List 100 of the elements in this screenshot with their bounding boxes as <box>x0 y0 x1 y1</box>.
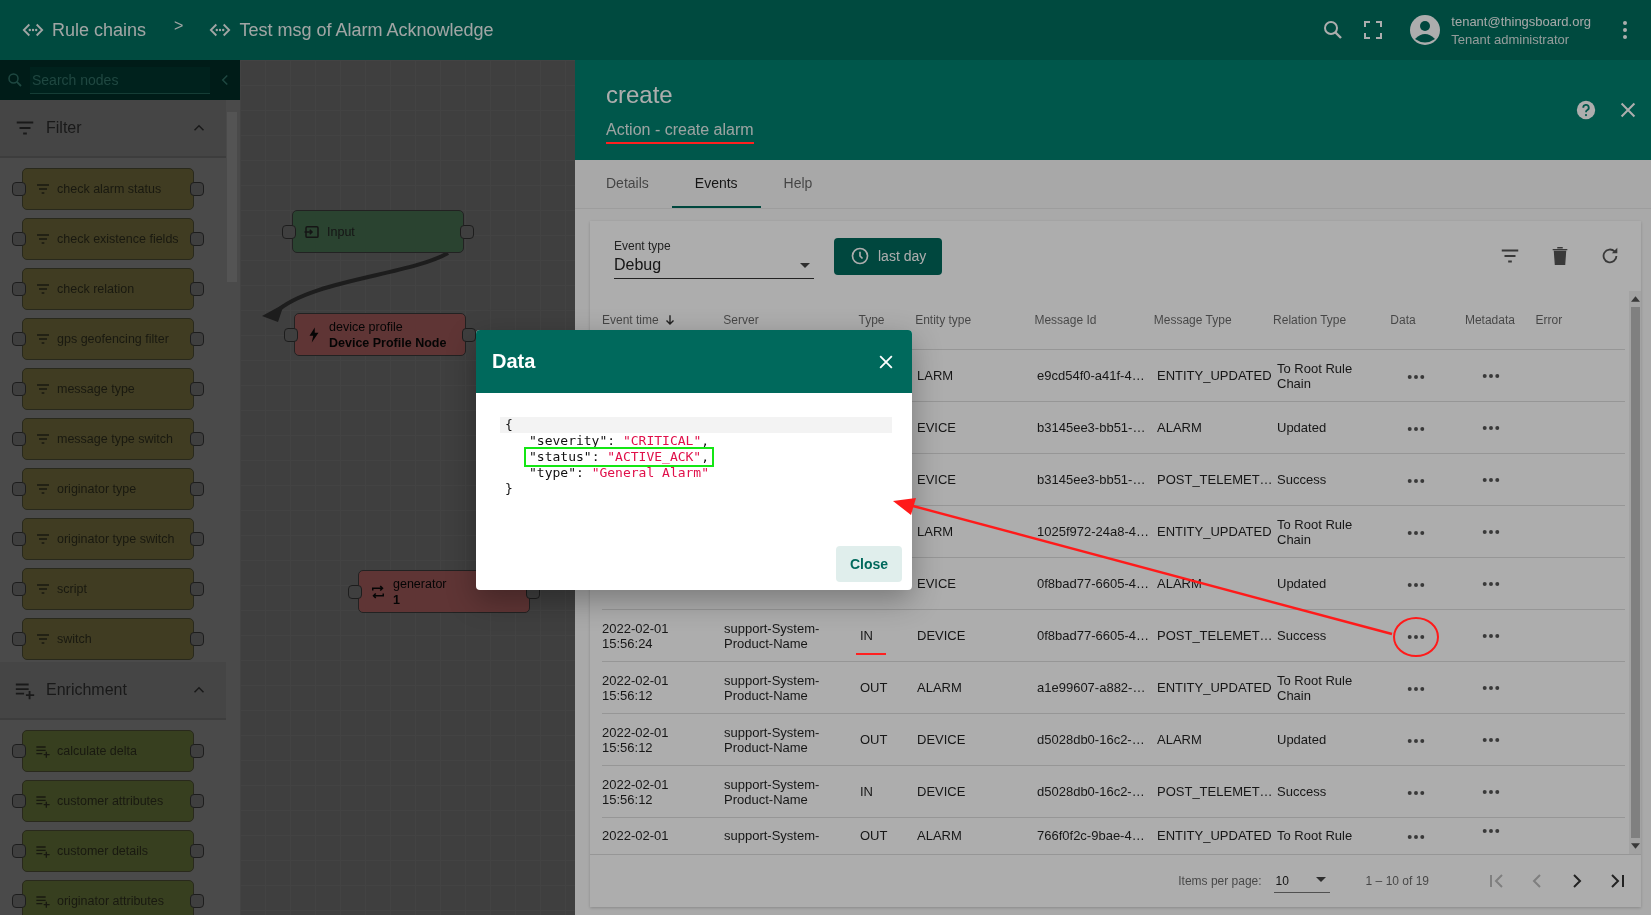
filter-icon <box>35 381 51 397</box>
column-header[interactable]: Error <box>1535 313 1625 327</box>
scroll-down-icon[interactable] <box>1630 843 1640 849</box>
table-cell: a1e99607-a882-… <box>1037 680 1146 695</box>
column-header[interactable]: Data <box>1390 313 1465 327</box>
more-icon[interactable] <box>1482 684 1500 691</box>
column-header[interactable]: Relation Type <box>1273 313 1391 327</box>
table-cell: To Root Rule Chain <box>1277 360 1353 391</box>
list-add-icon <box>35 743 51 759</box>
dropdown-icon <box>1315 876 1326 882</box>
node-name: generator <box>393 575 447 592</box>
breadcrumb-separator: > <box>174 17 184 35</box>
more-icon[interactable] <box>1482 580 1500 587</box>
breadcrumb-link[interactable]: Rule chains <box>22 19 147 41</box>
breadcrumb-link[interactable]: Test msg of Alarm Acknowledge <box>209 19 494 41</box>
code-line: "severity": "CRITICAL", <box>528 432 711 450</box>
more-icon[interactable] <box>1407 634 1425 640</box>
tab[interactable]: Events <box>671 160 761 208</box>
table-cell: OUT <box>860 680 888 695</box>
table-cell: Success <box>1277 472 1327 487</box>
more-icon[interactable] <box>1482 632 1500 639</box>
more-icon[interactable] <box>1407 582 1425 588</box>
table-cell: EVICE <box>917 420 956 435</box>
table-cell: ALARM <box>1157 420 1202 435</box>
column-header[interactable]: Type <box>858 313 916 327</box>
table-cell: POST_TELEMET… <box>1157 472 1273 487</box>
table-cell: ENTITY_UPDATED <box>1157 524 1272 539</box>
node-subtitle: 1 <box>393 591 401 608</box>
more-icon[interactable] <box>1482 736 1500 743</box>
table-cell: d5028db0-16c2-… <box>1037 732 1145 747</box>
dialog-title: Data <box>492 350 537 373</box>
table-cell: IN <box>860 784 873 799</box>
table-cell: POST_TELEMET… <box>1157 628 1273 643</box>
help-icon[interactable] <box>1575 99 1597 121</box>
more-icon[interactable] <box>1407 478 1425 484</box>
scroll-up-icon[interactable] <box>1630 296 1640 302</box>
column-header[interactable]: Metadata <box>1464 313 1536 327</box>
node-name: device profile <box>329 318 404 335</box>
account-icon[interactable] <box>1409 14 1442 46</box>
table-cell: Success <box>1277 628 1327 643</box>
table-cell: Updated <box>1277 732 1327 747</box>
table-cell: OUT <box>860 828 888 843</box>
more-icon[interactable] <box>1407 834 1425 840</box>
table-cell: e9cd54f0-a41f-4… <box>1037 368 1145 383</box>
more-icon[interactable] <box>1407 790 1425 796</box>
more-icon[interactable] <box>1482 372 1500 379</box>
list-add-icon <box>35 893 51 909</box>
more-icon[interactable] <box>1407 374 1425 380</box>
user-role: Tenant administrator <box>1451 31 1571 47</box>
table-cell: b3145ee3-bb51-… <box>1037 420 1146 435</box>
table-cell-text: 2022-02-01 15:56:12 <box>602 724 670 755</box>
list-add-icon <box>35 793 51 809</box>
table-cell-text: support-System-Product-Name <box>724 776 821 807</box>
filter-icon <box>35 431 51 447</box>
table-cell: ENTITY_UPDATED <box>1157 828 1272 843</box>
more-icon[interactable] <box>1407 530 1425 536</box>
table-cell: DEVICE <box>917 732 966 747</box>
column-header[interactable]: Entity type <box>915 313 1035 327</box>
table-cell: ALARM <box>1157 732 1202 747</box>
column-header[interactable]: Event time <box>602 313 724 327</box>
table-cell: To Root Rule Chain <box>1277 672 1353 703</box>
search-icon <box>6 71 24 89</box>
table-cell-text: support-System-Product-Name <box>724 620 821 651</box>
more-icon[interactable] <box>1482 528 1500 535</box>
dropdown-icon <box>800 263 810 268</box>
scrollbar[interactable] <box>1629 291 1641 854</box>
filter-icon <box>35 281 51 297</box>
table-cell: OUT <box>860 732 888 747</box>
event-type-select[interactable]: Event type Debug <box>614 239 814 279</box>
node-subtitle: Device Profile Node <box>329 334 447 351</box>
table-cell: EVICE <box>917 576 956 591</box>
table-cell: ALARM <box>917 680 962 695</box>
table-cell: POST_TELEMET… <box>1157 784 1273 799</box>
column-header[interactable]: Message Id <box>1034 313 1154 327</box>
filter-icon <box>35 181 51 197</box>
table-cell: ENTITY_UPDATED <box>1157 680 1272 695</box>
page-size-select[interactable]: 10 <box>1273 869 1330 893</box>
table-cell-text: 2022-02-01 15:56:12 <box>602 776 670 807</box>
column-header[interactable]: Message Type <box>1153 313 1274 327</box>
filter-icon <box>35 581 51 597</box>
table-cell: EVICE <box>917 472 956 487</box>
more-icon[interactable] <box>1407 686 1425 692</box>
table-cell: b3145ee3-bb51-… <box>1037 472 1146 487</box>
table-cell: 0f8bad77-6605-4… <box>1037 628 1150 643</box>
filter-icon <box>35 231 51 247</box>
tab[interactable]: Details <box>583 160 672 208</box>
table-cell-text: 2022-02-01 15:56:12 <box>602 672 670 703</box>
more-icon[interactable] <box>1482 424 1500 431</box>
column-header[interactable]: Server <box>723 313 859 327</box>
table-cell-text: support-System-Product-Name <box>724 672 821 703</box>
more-icon[interactable] <box>1407 426 1425 432</box>
time-range-button[interactable]: last day <box>834 237 943 275</box>
tab[interactable]: Help <box>760 160 836 208</box>
table-cell: IN <box>860 628 873 643</box>
more-icon[interactable] <box>1482 828 1500 834</box>
more-icon[interactable] <box>1482 476 1500 483</box>
table-cell: LARM <box>917 368 954 383</box>
close-button[interactable]: Close <box>835 546 902 582</box>
more-icon[interactable] <box>1407 738 1425 744</box>
more-icon[interactable] <box>1482 788 1500 795</box>
